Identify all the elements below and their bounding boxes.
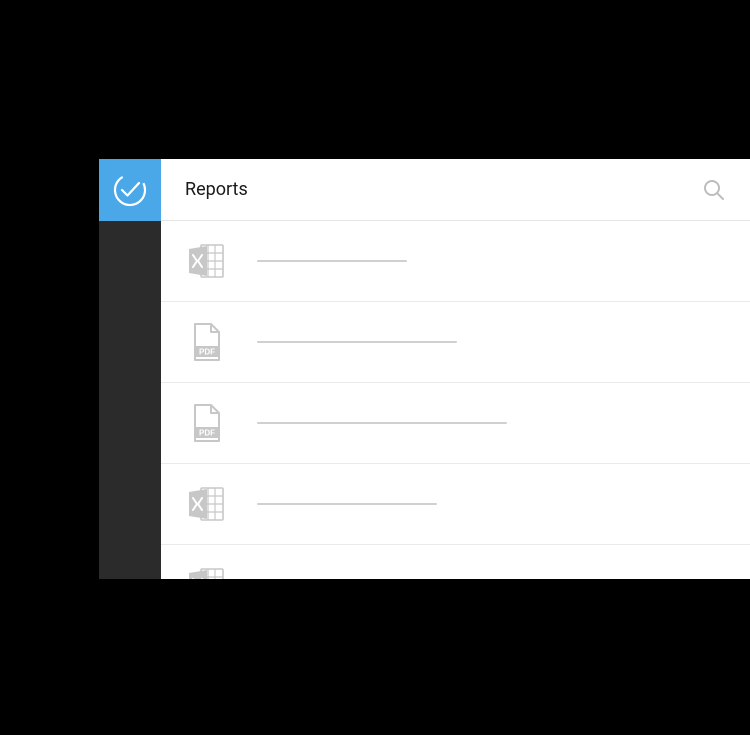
excel-file-icon [185, 239, 229, 283]
report-title-placeholder [257, 341, 457, 343]
search-button[interactable] [702, 178, 726, 202]
page-title: Reports [185, 179, 702, 200]
app-logo[interactable] [99, 159, 161, 221]
pdf-file-icon [185, 401, 229, 445]
excel-file-icon [185, 482, 229, 526]
list-item[interactable] [161, 221, 750, 302]
report-title-placeholder [257, 503, 437, 505]
excel-file-icon [185, 563, 229, 579]
list-item[interactable] [161, 383, 750, 464]
main-content: Reports [161, 159, 750, 579]
list-item[interactable] [161, 545, 750, 579]
app-window: Reports [99, 159, 750, 579]
reports-list [161, 221, 750, 579]
header: Reports [161, 159, 750, 221]
list-item[interactable] [161, 302, 750, 383]
report-title-placeholder [257, 422, 507, 424]
pdf-file-icon [185, 320, 229, 364]
list-item[interactable] [161, 464, 750, 545]
checkmark-circle-icon [112, 172, 148, 208]
sidebar [99, 159, 161, 579]
report-title-placeholder [257, 260, 407, 262]
search-icon [702, 178, 726, 202]
